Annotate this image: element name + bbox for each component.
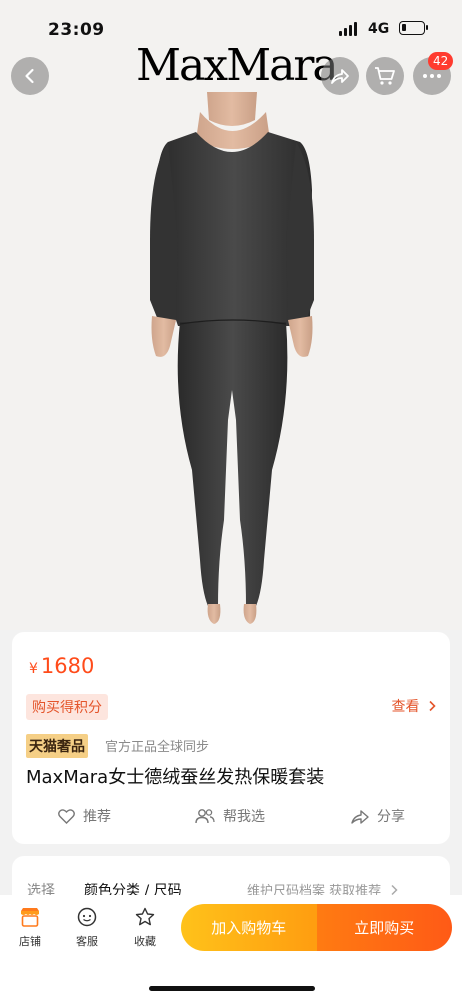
currency-symbol: ¥ (29, 661, 38, 677)
bottom-action-bar: 店铺 客服 收藏 加入购物车 立即购买 (0, 895, 462, 1000)
price-value: 1680 (40, 654, 95, 678)
shop-icon (21, 908, 39, 927)
share-icon (331, 69, 349, 84)
tab-favorite[interactable]: 收藏 (123, 907, 167, 949)
share-arrow-icon (351, 809, 369, 824)
buy-now-button[interactable]: 立即购买 (316, 904, 452, 951)
back-button[interactable] (11, 57, 49, 95)
tab-shop[interactable]: 店铺 (8, 907, 52, 949)
view-points-link[interactable]: 查看 (392, 696, 436, 716)
cart-button[interactable] (366, 57, 404, 95)
product-image-area[interactable]: 23:09 4G MaxMara 42 (0, 0, 462, 630)
view-link-label: 查看 (391, 699, 420, 715)
points-tag: 购买得积分 (26, 694, 108, 720)
share-button[interactable] (321, 57, 359, 95)
star-icon (135, 907, 155, 926)
tab-service-label: 客服 (76, 935, 98, 948)
help-choose-button[interactable]: 帮我选 (195, 806, 265, 826)
product-actions: 推荐 帮我选 分享 (12, 806, 450, 828)
battery-icon (399, 21, 428, 35)
people-icon (195, 809, 215, 824)
add-to-cart-button[interactable]: 加入购物车 (181, 904, 317, 951)
home-indicator[interactable] (149, 986, 315, 991)
product-title: MaxMara女士德绒蚕丝发热保暖套装 (26, 767, 325, 788)
back-icon (25, 68, 34, 84)
recommend-label: 推荐 (83, 809, 111, 825)
product-info-card: ¥1680 购买得积分 查看 天猫奢品 官方正品全球同步 MaxMara女士德绒… (12, 632, 450, 844)
service-icon (77, 907, 97, 927)
help-choose-label: 帮我选 (223, 809, 265, 825)
heart-icon (58, 808, 75, 824)
product-photo[interactable] (0, 0, 462, 630)
status-time: 23:09 (48, 20, 105, 40)
tab-favorite-label: 收藏 (134, 935, 156, 948)
authentic-note: 官方正品全球同步 (105, 740, 210, 755)
share-action-button[interactable]: 分享 (351, 806, 405, 826)
cart-count-badge: 42 (428, 52, 454, 70)
store-badge: 天猫奢品 (26, 734, 88, 758)
brand-logo: MaxMara (136, 40, 339, 91)
cart-icon (375, 67, 395, 85)
purchase-buttons: 加入购物车 立即购买 (181, 904, 452, 951)
tab-shop-label: 店铺 (19, 935, 41, 948)
signal-icon (339, 22, 357, 36)
network-type: 4G (368, 21, 390, 37)
status-bar: 23:09 4G (0, 14, 462, 44)
share-label: 分享 (377, 809, 405, 825)
product-price: ¥1680 (29, 654, 94, 678)
chevron-right-icon (429, 700, 436, 712)
tab-service[interactable]: 客服 (65, 907, 109, 949)
more-icon (423, 74, 441, 78)
recommend-button[interactable]: 推荐 (58, 806, 111, 826)
